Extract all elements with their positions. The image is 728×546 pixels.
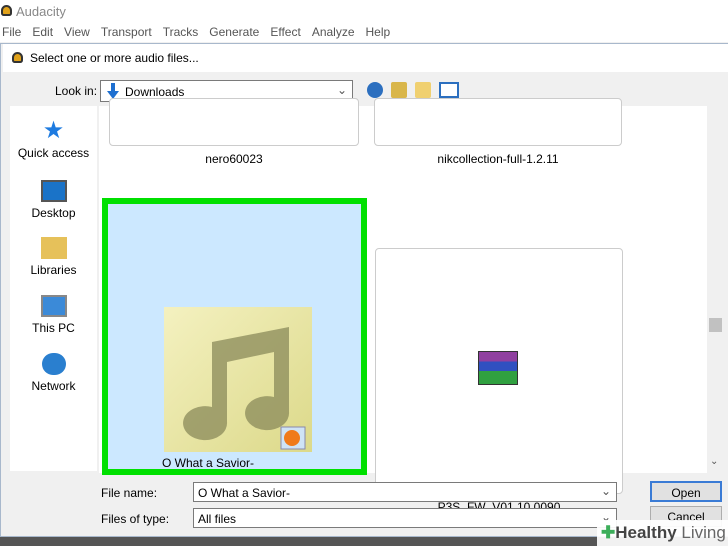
place-label: Quick access [17,146,90,160]
menu-help[interactable]: Help [364,22,397,42]
new-folder-icon[interactable] [415,82,431,98]
open-file-dialog: Select one or more audio files... Look i… [0,43,728,537]
menu-file[interactable]: File [0,22,27,42]
menu-transport[interactable]: Transport [99,22,158,42]
file-name: O What a Savior- [161,456,255,470]
menu-generate[interactable]: Generate [207,22,265,42]
app-title-bar: Audacity [0,0,728,22]
places-sidebar: ★ Quick access Desktop Libraries This PC … [10,106,97,471]
chevron-down-icon[interactable]: ⌄ [601,484,611,498]
watermark-bold: Healthy [615,523,677,542]
file-name-label: File name: [101,486,158,500]
scroll-down-icon[interactable]: ⌄ [710,456,718,467]
file-tile-nero[interactable] [109,98,359,146]
place-libraries[interactable]: Libraries [10,237,97,277]
network-icon [41,353,66,375]
file-name[interactable]: nero60023 [109,152,359,166]
file-name[interactable]: nikcollection-full-1.2.11 [374,152,622,166]
open-button[interactable]: Open [650,481,722,502]
file-name-value: O What a Savior- [198,486,291,500]
place-label: Desktop [31,206,76,220]
audacity-logo-icon [12,52,23,63]
dialog-title: Select one or more audio files... [30,51,199,65]
up-folder-icon[interactable] [391,82,407,98]
file-type-value: All files [198,512,237,526]
computer-icon [40,295,67,317]
menu-tracks[interactable]: Tracks [161,22,205,42]
file-list: nero60023 nikcollection-full-1.2.11 O Wh… [99,98,723,514]
menu-bar: File Edit View Transport Tracks Generate… [0,22,728,42]
place-quick-access[interactable]: ★ Quick access [10,117,97,161]
file-tile-p3s[interactable] [375,248,623,494]
dialog-title-bar: Select one or more audio files... [3,44,728,72]
back-icon[interactable] [367,82,383,98]
download-arrow-icon [107,83,119,99]
vertical-scrollbar[interactable]: ⌄ [707,106,723,473]
watermark: ✚Healthy Living [597,520,728,546]
menu-edit[interactable]: Edit [30,22,59,42]
desktop-icon [40,180,67,202]
place-desktop[interactable]: Desktop [10,180,97,220]
star-icon: ★ [42,117,65,144]
file-name-input[interactable]: O What a Savior- ⌄ [193,482,617,502]
place-label: Libraries [30,263,77,277]
toolbar [367,82,459,98]
chevron-down-icon: ⌄ [336,83,347,97]
winrar-archive-icon [478,351,518,385]
place-network[interactable]: Network [10,353,97,393]
file-tile-nikcollection[interactable] [374,98,622,146]
look-in-value: Downloads [125,85,185,99]
watermark-light: Living [681,523,726,542]
view-menu-icon[interactable] [439,82,459,98]
music-note-icon [183,327,306,450]
look-in-label: Look in: [55,84,98,98]
file-type-label: Files of type: [101,512,170,526]
menu-analyze[interactable]: Analyze [310,22,361,42]
menu-view[interactable]: View [62,22,96,42]
app-title: Audacity [16,4,66,19]
music-file-thumbnail [164,307,312,452]
file-type-select[interactable]: All files ⌄ [193,508,617,528]
audacity-logo-icon [1,5,12,16]
file-tile-selected[interactable]: O What a Savior- [102,198,367,475]
menu-effect[interactable]: Effect [268,22,306,42]
place-label: Network [31,379,76,393]
libraries-icon [40,237,67,259]
scrollbar-thumb[interactable] [709,318,722,332]
place-label: This PC [32,321,75,335]
place-this-pc[interactable]: This PC [10,295,97,335]
plus-logo-icon: ✚ [601,523,616,542]
